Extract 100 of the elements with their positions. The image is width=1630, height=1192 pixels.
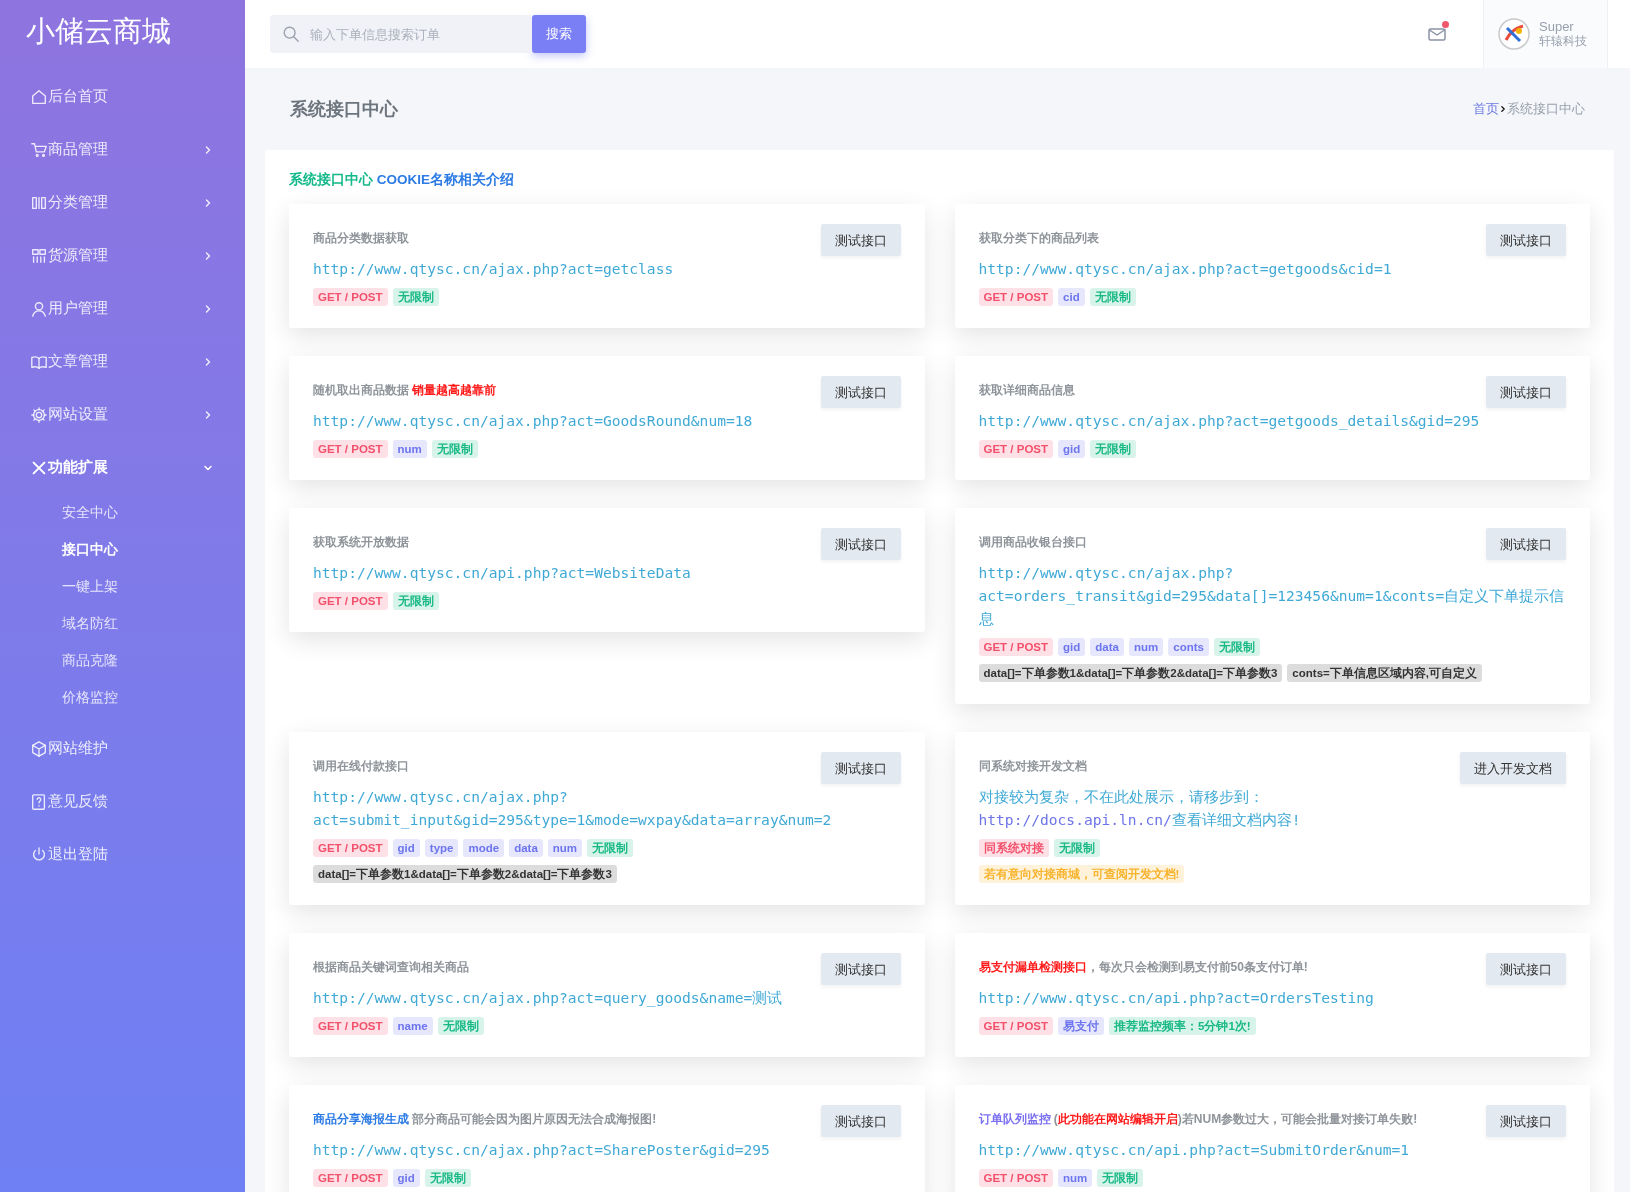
tag: num bbox=[547, 839, 583, 858]
test-button[interactable]: 测试接口 bbox=[1486, 528, 1566, 561]
api-title: 易支付漏单检测接口，每次只会检测到易支付前50条支付订单! bbox=[978, 959, 1308, 977]
api-title: 同系统对接开发文档 bbox=[978, 758, 1087, 776]
test-button[interactable]: 测试接口 bbox=[820, 376, 901, 409]
tag: gid bbox=[1058, 638, 1086, 657]
api-title: 订单队列监控 (此功能在网站编辑开启)若NUM参数过大，可能会批量对接订单失败! bbox=[978, 1111, 1418, 1129]
api-url: http://www.qtysc.cn/api.php?act=WebsiteData bbox=[313, 563, 692, 584]
settings-icon bbox=[30, 405, 48, 424]
tag: GET / POST bbox=[313, 1169, 388, 1188]
api-title: 获取系统开放数据 bbox=[313, 534, 409, 552]
tag: 无限制 bbox=[1089, 288, 1136, 307]
submenu-item[interactable]: 商品克隆 bbox=[0, 642, 245, 679]
test-button[interactable]: 进入开发文档 bbox=[1460, 752, 1566, 785]
api-title: 获取分类下的商品列表 bbox=[978, 230, 1099, 248]
user-menu[interactable]: Super 轩辕科技 bbox=[1483, 0, 1608, 68]
tag: data bbox=[1090, 638, 1124, 657]
page-title: 系统接口中心 bbox=[290, 97, 398, 121]
tag: 若有意向对接商城，可查阅开发文档! bbox=[978, 865, 1185, 884]
chevron-right-icon bbox=[1499, 105, 1507, 113]
tag: 同系统对接 bbox=[978, 839, 1049, 858]
brand-title: 小储云商城 bbox=[25, 14, 172, 49]
sidebar-item[interactable]: 货源管理 bbox=[0, 229, 245, 282]
sidebar-item[interactable]: 商品管理 bbox=[0, 123, 245, 176]
test-button[interactable]: 测试接口 bbox=[1486, 953, 1566, 986]
sidebar-item[interactable]: 功能扩展 bbox=[0, 441, 245, 494]
search-button[interactable]: 搜索 bbox=[532, 15, 586, 53]
tag: GET / POST bbox=[978, 440, 1054, 459]
sidebar-item[interactable]: 退出登陆 bbox=[0, 828, 245, 881]
tag: gid bbox=[392, 839, 420, 858]
tag: GET / POST bbox=[313, 288, 388, 307]
tag: data[]=下单参数1&data[]=下单参数2&data[]=下单参数3 bbox=[313, 865, 617, 884]
tag: num bbox=[1128, 638, 1164, 657]
user-name: Super bbox=[1539, 19, 1575, 34]
sidebar-item[interactable]: 网站维护 bbox=[0, 722, 245, 775]
submenu-item[interactable]: 域名防红 bbox=[0, 605, 245, 642]
avatar-icon bbox=[1498, 18, 1530, 50]
tag: GET / POST bbox=[313, 1017, 388, 1036]
tag: GET / POST bbox=[313, 839, 388, 858]
user-icon bbox=[30, 299, 48, 318]
api-url: http://www.qtysc.cn/ajax.php?act=GoodsRound&num=18 bbox=[313, 411, 754, 432]
sidebar-item[interactable]: 分类管理 bbox=[0, 176, 245, 229]
tag: 无限制 bbox=[424, 1169, 471, 1188]
tag: mode bbox=[463, 839, 505, 858]
test-button[interactable]: 测试接口 bbox=[1486, 1105, 1566, 1138]
tag: 无限制 bbox=[431, 440, 478, 459]
home-icon bbox=[30, 87, 48, 106]
tag: GET / POST bbox=[978, 638, 1054, 657]
submenu-item[interactable]: 接口中心 bbox=[0, 531, 245, 568]
api-title: 随机取出商品数据 销量越高越靠前 bbox=[313, 382, 497, 400]
tag: 无限制 bbox=[587, 839, 634, 858]
tag: 易支付 bbox=[1058, 1017, 1105, 1036]
api-url: http://www.qtysc.cn/ajax.php?act=getgoods_details&gid=295 bbox=[978, 411, 1481, 432]
api-url: http://www.qtysc.cn/ajax.php?act=query_goods&name=测试 bbox=[313, 988, 784, 1009]
api-url: http://www.qtysc.cn/api.php?act=SubmitOrder&num=1 bbox=[978, 1140, 1411, 1161]
tag: cid bbox=[1058, 288, 1085, 307]
api-url: 对接较为复杂，不在此处展示，请移步到： http://docs.api.ln.cn/查看详细文档内容! bbox=[978, 787, 1302, 831]
tag: type bbox=[424, 839, 459, 858]
tag: 无限制 bbox=[392, 592, 439, 611]
help-document-icon bbox=[30, 792, 48, 811]
sidebar-item[interactable]: 文章管理 bbox=[0, 335, 245, 388]
tag: 无限制 bbox=[1053, 839, 1100, 858]
panel-heading: 系统接口中心 COOKIE名称相关介绍 bbox=[289, 171, 514, 189]
api-url: http://www.qtysc.cn/ajax.php?act=SharePoster&gid=295 bbox=[313, 1140, 771, 1161]
api-title: 商品分享海报生成 部分商品可能会因为图片原因无法合成海报图! bbox=[313, 1111, 657, 1129]
tag: conts=下单信息区域内容,可自定义 bbox=[1287, 664, 1482, 683]
api-title: 商品分类数据获取 bbox=[313, 230, 409, 248]
tag: 无限制 bbox=[1090, 440, 1137, 459]
test-button[interactable]: 测试接口 bbox=[1486, 376, 1566, 409]
api-title: 根据商品关键词查询相关商品 bbox=[313, 959, 469, 977]
sidebar-item[interactable]: 网站设置 bbox=[0, 388, 245, 441]
test-button[interactable]: 测试接口 bbox=[820, 528, 901, 561]
tag: 无限制 bbox=[437, 1017, 484, 1036]
test-button[interactable]: 测试接口 bbox=[820, 224, 901, 257]
test-button[interactable]: 测试接口 bbox=[820, 752, 901, 785]
test-button[interactable]: 测试接口 bbox=[820, 1105, 901, 1138]
tag: 无限制 bbox=[392, 288, 439, 307]
test-button[interactable]: 测试接口 bbox=[1486, 224, 1566, 257]
tag: data bbox=[509, 839, 543, 858]
api-url: http://www.qtysc.cn/ajax.php?act=getgoods&cid=1 bbox=[978, 259, 1393, 280]
tag: 无限制 bbox=[1097, 1169, 1144, 1188]
tag: gid bbox=[392, 1169, 420, 1188]
api-url: http://www.qtysc.cn/ajax.php? act=submit_input&gid=295&type=1&mode=wxpay&data=array&num=2 bbox=[313, 787, 833, 831]
submenu-item[interactable]: 价格监控 bbox=[0, 679, 245, 716]
submenu-item[interactable]: 一键上架 bbox=[0, 568, 245, 605]
tag: 无限制 bbox=[1213, 638, 1260, 657]
sidebar-item[interactable]: 用户管理 bbox=[0, 282, 245, 335]
tag: num bbox=[1058, 1169, 1093, 1188]
tag: name bbox=[392, 1017, 433, 1036]
api-url: http://www.qtysc.cn/ajax.php?act=getclass bbox=[313, 259, 675, 280]
tag: data[]=下单参数1&data[]=下单参数2&data[]=下单参数3 bbox=[978, 664, 1283, 683]
breadcrumb-link[interactable]: 首页 bbox=[1473, 99, 1499, 119]
tag: GET / POST bbox=[978, 288, 1054, 307]
cart-icon bbox=[30, 140, 48, 159]
tag: GET / POST bbox=[313, 440, 388, 459]
search-field[interactable]: 输入下单信息搜索订单 bbox=[270, 15, 532, 53]
sidebar-item[interactable]: 意见反馈 bbox=[0, 775, 245, 828]
sidebar-item[interactable]: 后台首页 bbox=[0, 70, 245, 123]
submenu-item[interactable]: 安全中心 bbox=[0, 494, 245, 531]
test-button[interactable]: 测试接口 bbox=[820, 953, 901, 986]
